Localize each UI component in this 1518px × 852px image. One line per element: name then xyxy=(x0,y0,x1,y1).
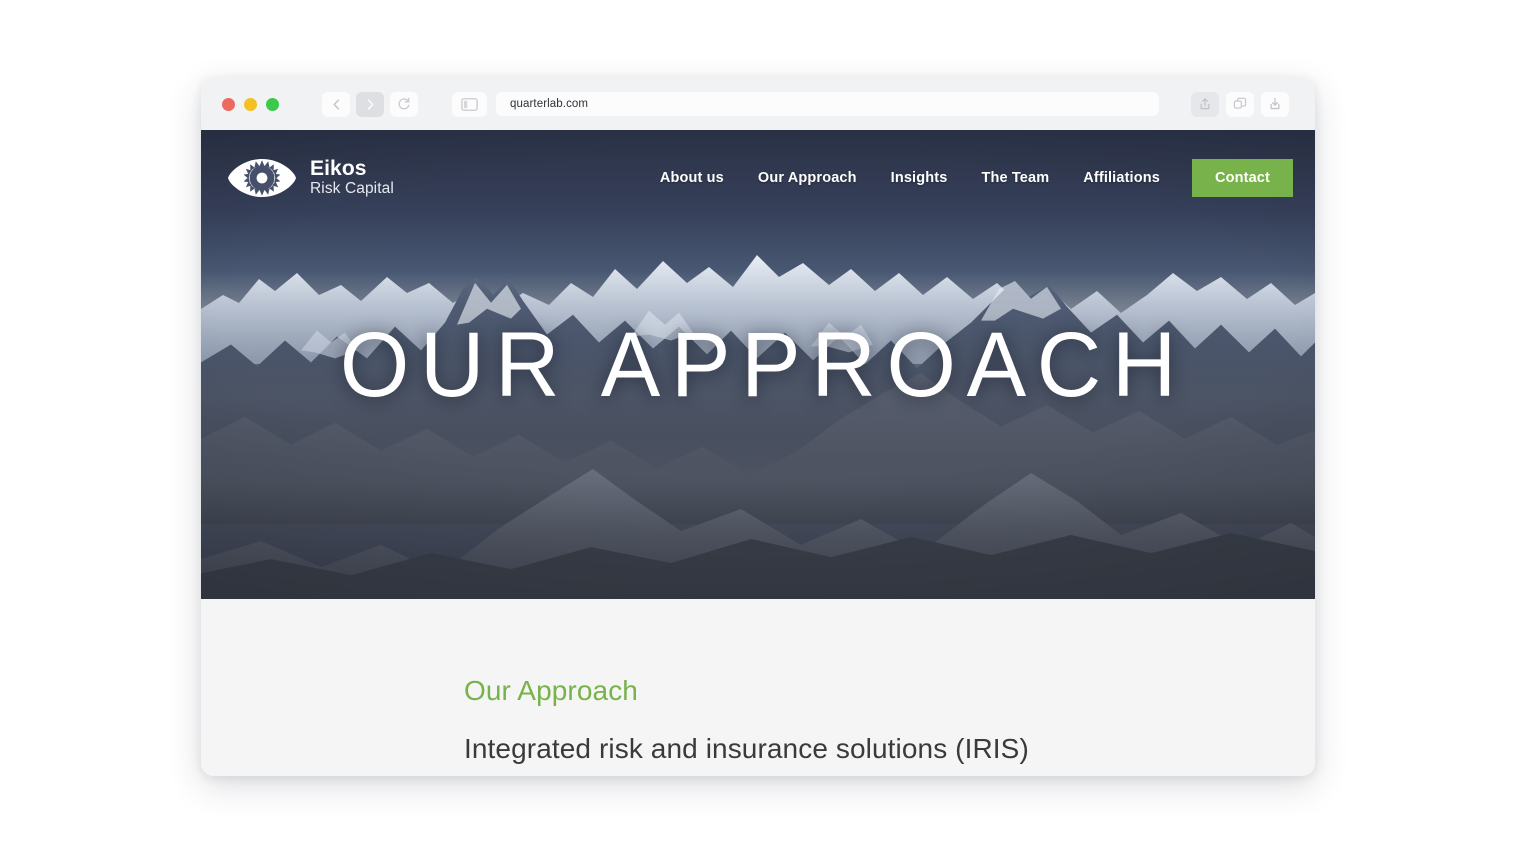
nav-item-about-us[interactable]: About us xyxy=(643,170,741,186)
back-button[interactable] xyxy=(322,91,350,117)
downloads-button[interactable] xyxy=(1261,91,1289,117)
nav-item-our-approach[interactable]: Our Approach xyxy=(741,170,874,186)
url-text: quarterlab.com xyxy=(510,98,589,110)
forward-button[interactable] xyxy=(356,91,384,117)
chevron-right-icon xyxy=(367,98,374,110)
nav-item-the-team[interactable]: The Team xyxy=(964,170,1066,186)
chevron-left-icon xyxy=(332,98,339,110)
tab-overview-button[interactable] xyxy=(1226,91,1254,117)
navigation-buttons xyxy=(322,91,418,117)
minimize-window-button[interactable] xyxy=(244,97,257,111)
brand-text: Eikos Risk Capital xyxy=(310,157,394,197)
site-navigation: Eikos Risk Capital About us Our Approach… xyxy=(201,130,1315,226)
share-icon xyxy=(1200,98,1210,110)
reload-button[interactable] xyxy=(390,91,418,117)
maximize-window-button[interactable] xyxy=(266,97,279,111)
window-controls xyxy=(222,97,279,111)
share-button[interactable] xyxy=(1191,91,1219,117)
brand-logo[interactable]: Eikos Risk Capital xyxy=(226,155,394,201)
sidebar-toggle-button[interactable] xyxy=(452,91,487,117)
browser-window: quarterlab.com Eikos Risk Capital About … xyxy=(201,78,1315,776)
contact-button[interactable]: Contact xyxy=(1191,159,1293,197)
eye-logo-icon xyxy=(228,159,296,197)
hero-section: Eikos Risk Capital About us Our Approach… xyxy=(201,130,1315,599)
download-icon xyxy=(1270,97,1280,110)
nav-item-affiliations[interactable]: Affiliations xyxy=(1066,170,1177,186)
close-window-button[interactable] xyxy=(222,97,235,111)
brand-tagline: Risk Capital xyxy=(310,179,394,197)
content-eyebrow: Our Approach xyxy=(464,675,638,706)
nav-item-insights[interactable]: Insights xyxy=(874,170,965,186)
toolbar-actions xyxy=(1191,91,1289,117)
sidebar-icon xyxy=(461,97,478,111)
content-section: Our Approach Integrated risk and insuran… xyxy=(201,599,1315,776)
content-heading: Integrated risk and insurance solutions … xyxy=(464,733,1029,764)
page-viewport: Eikos Risk Capital About us Our Approach… xyxy=(201,130,1315,776)
nav-links: About us Our Approach Insights The Team … xyxy=(643,159,1293,197)
copy-tabs-icon xyxy=(1233,97,1247,109)
browser-toolbar: quarterlab.com xyxy=(201,78,1315,130)
reload-icon xyxy=(398,97,410,110)
brand-name: Eikos xyxy=(310,157,367,181)
address-bar[interactable]: quarterlab.com xyxy=(496,92,1159,116)
